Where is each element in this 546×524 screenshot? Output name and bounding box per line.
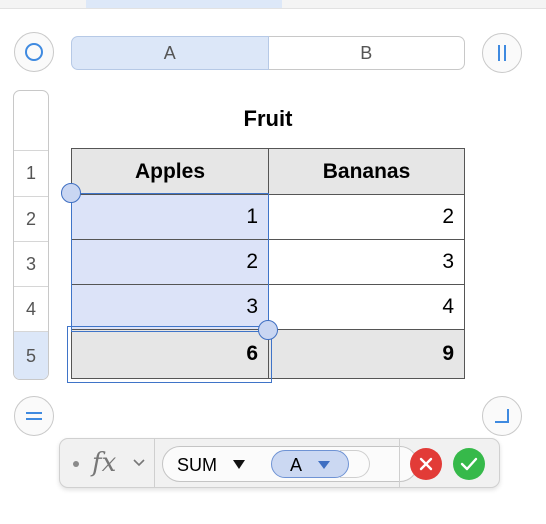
table-cell-a4[interactable]: 3: [71, 284, 269, 330]
table-cell-b3[interactable]: 3: [268, 239, 465, 285]
select-table-button[interactable]: [14, 32, 54, 72]
row-header-3[interactable]: 3: [14, 241, 48, 286]
formula-bar-separator: [399, 439, 400, 487]
table-cell-header-a[interactable]: Apples: [71, 148, 269, 195]
drag-handle-dot[interactable]: [73, 461, 79, 467]
row-handle-button[interactable]: [14, 396, 54, 436]
table-title[interactable]: Fruit: [71, 106, 465, 132]
table-cell-b2[interactable]: 2: [268, 194, 465, 240]
argument-dropdown-icon[interactable]: [318, 461, 330, 470]
argument-token-label: A: [290, 455, 303, 475]
formula-bar-separator: [154, 439, 155, 487]
table-cell-a2[interactable]: 1: [71, 194, 269, 240]
column-header-a[interactable]: A: [71, 36, 269, 70]
table-cell-a3[interactable]: 2: [71, 239, 269, 285]
table-cell-header-b[interactable]: Bananas: [268, 148, 465, 195]
function-name[interactable]: SUM: [177, 455, 217, 476]
checkmark-icon: [460, 457, 478, 471]
resize-corner-icon: [495, 409, 509, 423]
row-handle-icon: [26, 412, 42, 420]
chevron-down-icon[interactable]: [131, 455, 147, 469]
circle-icon: [25, 43, 43, 61]
x-icon: [419, 457, 433, 471]
row-header-4[interactable]: 4: [14, 286, 48, 331]
column-handle-icon: [498, 45, 506, 61]
table-cell-b4[interactable]: 4: [268, 284, 465, 330]
column-header-bar: A B: [71, 36, 465, 70]
row-header-2[interactable]: 2: [14, 196, 48, 241]
selection-end-handle[interactable]: [258, 320, 278, 340]
function-dropdown-icon[interactable]: [233, 460, 245, 470]
row-header-5[interactable]: 5: [14, 331, 48, 379]
argument-token[interactable]: A: [271, 450, 349, 478]
column-header-b[interactable]: B: [268, 36, 465, 70]
confirm-formula-button[interactable]: [453, 448, 485, 480]
cancel-formula-button[interactable]: [410, 448, 442, 480]
resize-table-button[interactable]: [482, 396, 522, 436]
table-cell-footer-b[interactable]: 9: [268, 329, 465, 379]
table-cell-footer-a[interactable]: 6: [71, 329, 269, 379]
top-toolbar-accent: [86, 0, 282, 8]
row-header-bar: 1 2 3 4 5: [13, 90, 49, 380]
formula-bar: fx SUM A: [59, 438, 500, 488]
row-header-1[interactable]: 1: [14, 150, 48, 196]
column-handle-button[interactable]: [482, 33, 522, 73]
formula-expression[interactable]: SUM A: [162, 446, 418, 482]
selection-start-handle[interactable]: [61, 183, 81, 203]
function-icon[interactable]: fx: [92, 448, 116, 478]
